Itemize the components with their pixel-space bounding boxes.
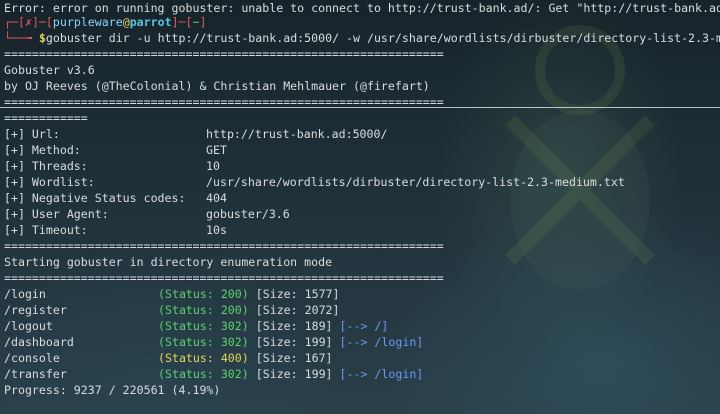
result-status: 302: [220, 319, 242, 333]
progress-line: Progress: 9237 / 220561 (4.19%): [4, 383, 221, 397]
result-row: /dashboard (Status: 302) [Size: 199] [-->…: [4, 335, 424, 349]
result-status: 200: [220, 287, 242, 301]
prompt-dollar: $: [38, 31, 46, 45]
prompt-username: purpleware: [52, 15, 123, 29]
config-row: [+] Threads: 10: [4, 159, 220, 173]
result-path: /console: [4, 351, 60, 365]
banner-title: Gobuster v3.6: [4, 63, 95, 77]
result-status: 200: [220, 303, 242, 317]
config-row: [+] Wordlist:/usr/share/wordlists/dirbus…: [4, 175, 625, 189]
result-row: /logout (Status: 302) [Size: 189] [--> /]: [4, 319, 389, 333]
result-row: /transfer (Status: 302) [Size: 199] [--> …: [4, 367, 424, 381]
result-status: 302: [220, 335, 242, 349]
config-row: [+] Timeout: 10s: [4, 223, 227, 237]
result-size: [Size: 167]: [255, 351, 333, 365]
result-size: [Size: 199]: [255, 335, 333, 349]
config-row: [+] Url: http://trust-bank.ad:5000/: [4, 127, 388, 141]
start-message: Starting gobuster in directory enumerati…: [4, 255, 333, 269]
separator: ========================================…: [4, 271, 444, 285]
result-redirect: [--> /]: [339, 319, 389, 333]
command-text: gobuster dir -u http://trust-bank.ad:500…: [45, 31, 720, 45]
command-line[interactable]: └──╼ $gobuster dir -u http://trust-bank.…: [4, 30, 720, 46]
prompt-path: ~: [192, 15, 200, 29]
result-status: 302: [220, 367, 242, 381]
result-row: /register (Status: 200) [Size: 2072]: [4, 303, 340, 317]
result-row: /login (Status: 200) [Size: 1577]: [4, 287, 340, 301]
result-row: /console (Status: 400) [Size: 167]: [4, 351, 333, 365]
prompt-header: ┌─[✗]─[purpleware@parrot]─[~]: [4, 15, 207, 29]
prompt-hostname: parrot: [129, 15, 172, 29]
result-size: [Size: 2072]: [255, 303, 340, 317]
separator: ========================================…: [4, 47, 444, 61]
separator: ========================================…: [4, 239, 444, 253]
separator-short: ============: [4, 111, 88, 125]
pane-divider: [0, 107, 720, 108]
terminal-output: Error: error on running gobuster: unable…: [0, 0, 720, 414]
config-row: [+] Method: GET: [4, 143, 227, 157]
banner-authors: by OJ Reeves (@TheColonial) & Christian …: [4, 79, 430, 93]
result-size: [Size: 189]: [255, 319, 333, 333]
config-row: [+] Negative Status codes: 404: [4, 191, 227, 205]
result-path: /login: [4, 287, 46, 301]
result-path: /register: [4, 303, 67, 317]
config-row: [+] User Agent: gobuster/3.6: [4, 207, 290, 221]
prompt-error-mark: ✗: [24, 15, 32, 29]
result-status: 400: [220, 351, 242, 365]
result-path: /dashboard: [4, 335, 74, 349]
result-size: [Size: 1577]: [255, 287, 340, 301]
result-redirect: [--> /login]: [339, 335, 424, 349]
result-redirect: [--> /login]: [339, 367, 424, 381]
result-path: /logout: [4, 319, 53, 333]
result-path: /transfer: [4, 367, 67, 381]
result-size: [Size: 199]: [255, 367, 333, 381]
terminal-window[interactable]: Error: error on running gobuster: unable…: [0, 0, 720, 414]
